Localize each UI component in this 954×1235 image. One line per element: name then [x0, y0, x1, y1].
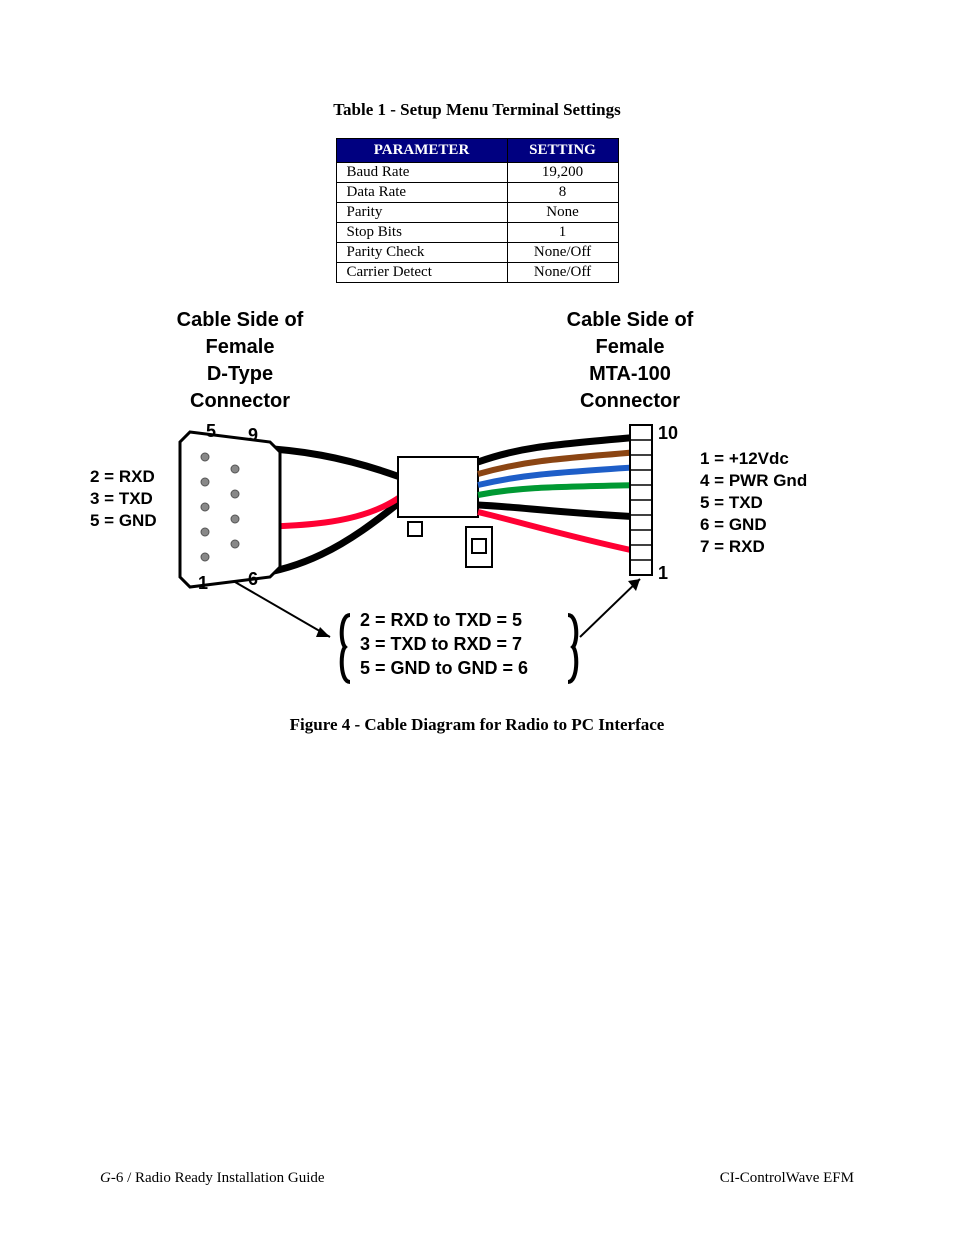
- cell-setting: None: [507, 203, 618, 223]
- page: Table 1 - Setup Menu Terminal Settings P…: [0, 0, 954, 1235]
- right-pin-pwrgnd: 4 = PWR Gnd: [700, 471, 807, 491]
- table-row: Stop Bits1: [336, 223, 618, 243]
- page-footer: G-6 / Radio Ready Installation Guide CI-…: [100, 1170, 854, 1187]
- cell-param: Carrier Detect: [336, 263, 507, 283]
- pin-num-9: 9: [248, 425, 258, 446]
- table-row: Data Rate8: [336, 183, 618, 203]
- left-pin-rxd: 2 = RXD: [90, 467, 155, 487]
- cell-param: Baud Rate: [336, 163, 507, 183]
- pin-num-10: 10: [658, 423, 678, 444]
- left-pin-gnd: 5 = GND: [90, 511, 157, 531]
- table-header-row: PARAMETER SETTING: [336, 139, 618, 163]
- cable-diagram: Cable Side of Female D-Type Connector Ca…: [100, 307, 880, 707]
- pin-num-1: 1: [198, 573, 208, 594]
- cell-setting: None/Off: [507, 243, 618, 263]
- right-pin-rxd: 7 = RXD: [700, 537, 765, 557]
- footer-doc-title: / Radio Ready Installation Guide: [123, 1170, 324, 1186]
- right-pin-gnd: 6 = GND: [700, 515, 767, 535]
- pin-num-5: 5: [206, 421, 216, 442]
- pin-num-6: 6: [248, 569, 258, 590]
- header-setting: SETTING: [507, 139, 618, 163]
- cell-setting: None/Off: [507, 263, 618, 283]
- cell-param: Parity Check: [336, 243, 507, 263]
- cell-setting: 8: [507, 183, 618, 203]
- mapping-line-2: 3 = TXD to RXD = 7: [360, 633, 522, 656]
- left-pin-txd: 3 = TXD: [90, 489, 153, 509]
- figure-caption: Figure 4 - Cable Diagram for Radio to PC…: [100, 715, 854, 735]
- table-row: Parity CheckNone/Off: [336, 243, 618, 263]
- cell-setting: 19,200: [507, 163, 618, 183]
- header-parameter: PARAMETER: [336, 139, 507, 163]
- table-row: Carrier DetectNone/Off: [336, 263, 618, 283]
- footer-right: CI-ControlWave EFM: [720, 1170, 854, 1187]
- right-pin-txd: 5 = TXD: [700, 493, 763, 513]
- cell-setting: 1: [507, 223, 618, 243]
- cell-param: Parity: [336, 203, 507, 223]
- table-caption: Table 1 - Setup Menu Terminal Settings: [100, 100, 854, 120]
- footer-page-prefix: G-: [100, 1170, 116, 1186]
- pin-num-r1: 1: [658, 563, 668, 584]
- table-row: ParityNone: [336, 203, 618, 223]
- right-pin-12v: 1 = +12Vdc: [700, 449, 789, 469]
- footer-left: G-6 / Radio Ready Installation Guide: [100, 1170, 325, 1187]
- cell-param: Stop Bits: [336, 223, 507, 243]
- mapping-line-1: 2 = RXD to TXD = 5: [360, 609, 522, 632]
- table-row: Baud Rate19,200: [336, 163, 618, 183]
- cell-param: Data Rate: [336, 183, 507, 203]
- mapping-line-3: 5 = GND to GND = 6: [360, 657, 528, 680]
- settings-table: PARAMETER SETTING Baud Rate19,200 Data R…: [336, 138, 619, 283]
